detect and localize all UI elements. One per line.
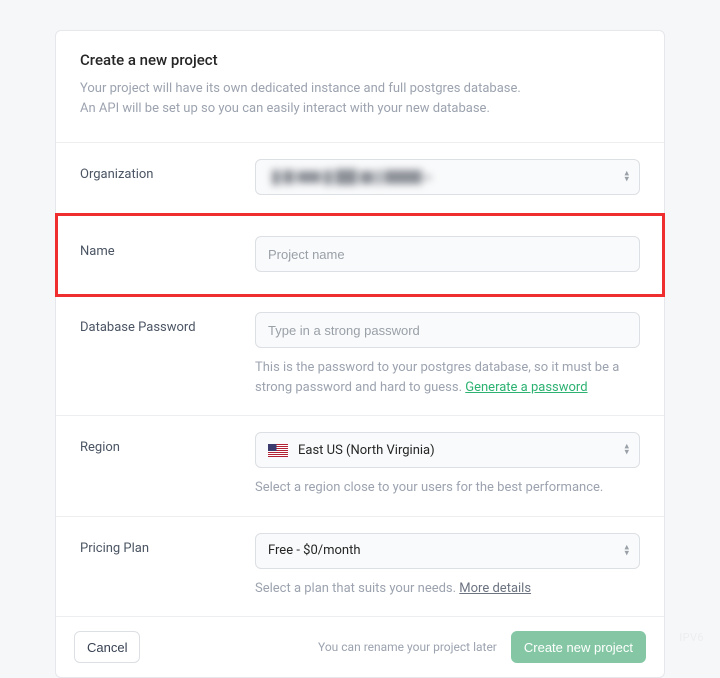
page-title: Create a new project: [80, 51, 640, 69]
row-organization: Organization ▴▾: [56, 143, 664, 214]
chevron-updown-icon: ▴▾: [624, 171, 629, 184]
region-select[interactable]: East US (North Virginia) ▴▾: [255, 432, 640, 468]
chevron-updown-icon: ▴▾: [624, 544, 629, 557]
plan-selected-value: Free - $0/month: [268, 543, 361, 558]
row-name: Name: [56, 214, 664, 296]
organization-label: Organization: [80, 159, 255, 182]
generate-password-link[interactable]: Generate a password: [465, 380, 587, 395]
plan-label: Pricing Plan: [80, 533, 255, 556]
create-project-panel: Create a new project Your project will h…: [55, 30, 665, 678]
create-project-button[interactable]: Create new project: [511, 631, 646, 663]
project-name-input[interactable]: [268, 237, 627, 271]
database-password-input[interactable]: [268, 313, 627, 347]
row-pricing-plan: Pricing Plan Free - $0/month ▴▾ Select a…: [56, 517, 664, 618]
password-helper: This is the password to your postgres da…: [255, 358, 640, 397]
row-password: Database Password This is the password t…: [56, 296, 664, 416]
name-field-wrapper: [255, 236, 640, 272]
organization-select[interactable]: ▴▾: [255, 159, 640, 195]
row-region: Region East US (North Virginia) ▴▾ Selec…: [56, 416, 664, 517]
password-field-wrapper: [255, 312, 640, 348]
region-label: Region: [80, 432, 255, 455]
watermark: IPV6: [679, 631, 704, 644]
region-helper: Select a region close to your users for …: [255, 478, 640, 498]
us-flag-icon: [268, 444, 288, 457]
organization-value-redacted: [268, 169, 431, 185]
panel-footer: Cancel You can rename your project later…: [56, 617, 664, 677]
plan-helper: Select a plan that suits your needs. Mor…: [255, 579, 640, 599]
panel-header: Create a new project Your project will h…: [56, 31, 664, 143]
chevron-updown-icon: ▴▾: [624, 444, 629, 457]
password-label: Database Password: [80, 312, 255, 335]
more-details-link[interactable]: More details: [459, 581, 531, 596]
rename-hint: You can rename your project later: [318, 640, 497, 654]
region-selected-value: East US (North Virginia): [298, 443, 435, 458]
name-label: Name: [80, 236, 255, 259]
cancel-button[interactable]: Cancel: [74, 631, 140, 663]
pricing-plan-select[interactable]: Free - $0/month ▴▾: [255, 533, 640, 569]
page-description: Your project will have its own dedicated…: [80, 79, 640, 118]
